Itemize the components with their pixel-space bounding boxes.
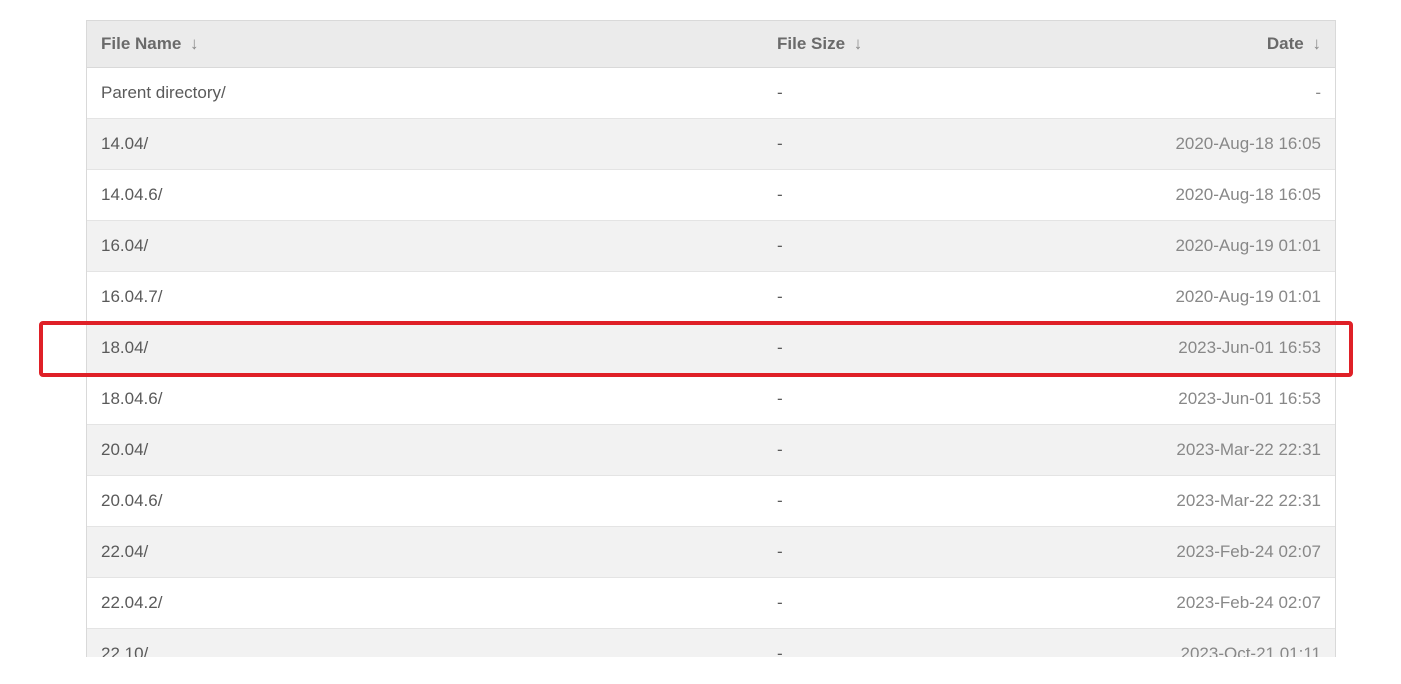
cell-file-name[interactable]: 20.04/ bbox=[87, 425, 763, 475]
cell-file-name[interactable]: 16.04/ bbox=[87, 221, 763, 271]
cell-file-size: - bbox=[763, 578, 983, 628]
table-row[interactable]: 20.04/-2023-Mar-22 22:31 bbox=[87, 425, 1335, 476]
file-listing-table: File Name ↓ File Size ↓ Date ↓ Parent di… bbox=[86, 20, 1336, 657]
cell-date: 2023-Feb-24 02:07 bbox=[983, 527, 1335, 577]
table-row[interactable]: 22.04/-2023-Feb-24 02:07 bbox=[87, 527, 1335, 578]
cell-date: 2023-Mar-22 22:31 bbox=[983, 425, 1335, 475]
cell-date: 2023-Feb-24 02:07 bbox=[983, 578, 1335, 628]
cell-file-size: - bbox=[763, 323, 983, 373]
cell-date: 2023-Oct-21 01:11 bbox=[983, 629, 1335, 657]
cell-file-size: - bbox=[763, 68, 983, 118]
table-row[interactable]: 22.04.2/-2023-Feb-24 02:07 bbox=[87, 578, 1335, 629]
cell-date: 2020-Aug-19 01:01 bbox=[983, 272, 1335, 322]
cell-file-name[interactable]: 22.04.2/ bbox=[87, 578, 763, 628]
sort-arrow-icon: ↓ bbox=[854, 34, 863, 53]
table-row[interactable]: 22.10/-2023-Oct-21 01:11 bbox=[87, 629, 1335, 657]
table-row[interactable]: 18.04.6/-2023-Jun-01 16:53 bbox=[87, 374, 1335, 425]
cell-file-name[interactable]: 18.04/ bbox=[87, 323, 763, 373]
table-header-row: File Name ↓ File Size ↓ Date ↓ bbox=[87, 21, 1335, 68]
cell-file-size: - bbox=[763, 221, 983, 271]
table-row[interactable]: 14.04/-2020-Aug-18 16:05 bbox=[87, 119, 1335, 170]
table-row[interactable]: 14.04.6/-2020-Aug-18 16:05 bbox=[87, 170, 1335, 221]
cell-date: 2020-Aug-19 01:01 bbox=[983, 221, 1335, 271]
cell-date: 2020-Aug-18 16:05 bbox=[983, 119, 1335, 169]
table-row[interactable]: 16.04.7/-2020-Aug-19 01:01 bbox=[87, 272, 1335, 323]
cell-file-size: - bbox=[763, 476, 983, 526]
cell-date: 2020-Aug-18 16:05 bbox=[983, 170, 1335, 220]
header-date-label: Date bbox=[1267, 34, 1304, 53]
table-row[interactable]: Parent directory/-- bbox=[87, 68, 1335, 119]
cell-file-name[interactable]: 18.04.6/ bbox=[87, 374, 763, 424]
cell-file-name[interactable]: 20.04.6/ bbox=[87, 476, 763, 526]
cell-file-size: - bbox=[763, 629, 983, 657]
sort-arrow-icon: ↓ bbox=[1313, 34, 1322, 53]
header-date[interactable]: Date ↓ bbox=[983, 21, 1335, 67]
cell-file-size: - bbox=[763, 119, 983, 169]
cell-file-size: - bbox=[763, 527, 983, 577]
sort-arrow-icon: ↓ bbox=[190, 34, 199, 53]
table-body: Parent directory/--14.04/-2020-Aug-18 16… bbox=[87, 68, 1335, 657]
header-file-name[interactable]: File Name ↓ bbox=[87, 21, 763, 67]
cell-date: - bbox=[983, 68, 1335, 118]
header-file-size[interactable]: File Size ↓ bbox=[763, 21, 983, 67]
cell-file-name[interactable]: Parent directory/ bbox=[87, 68, 763, 118]
header-name-label: File Name bbox=[101, 34, 181, 53]
cell-date: 2023-Jun-01 16:53 bbox=[983, 323, 1335, 373]
table-row[interactable]: 16.04/-2020-Aug-19 01:01 bbox=[87, 221, 1335, 272]
cell-file-name[interactable]: 14.04/ bbox=[87, 119, 763, 169]
table-row[interactable]: 18.04/-2023-Jun-01 16:53 bbox=[87, 323, 1335, 374]
cell-file-size: - bbox=[763, 425, 983, 475]
cell-file-size: - bbox=[763, 272, 983, 322]
cell-file-name[interactable]: 22.10/ bbox=[87, 629, 763, 657]
cell-file-name[interactable]: 14.04.6/ bbox=[87, 170, 763, 220]
cell-file-name[interactable]: 16.04.7/ bbox=[87, 272, 763, 322]
cell-file-size: - bbox=[763, 170, 983, 220]
cell-date: 2023-Jun-01 16:53 bbox=[983, 374, 1335, 424]
cell-file-name[interactable]: 22.04/ bbox=[87, 527, 763, 577]
cell-file-size: - bbox=[763, 374, 983, 424]
header-size-label: File Size bbox=[777, 34, 845, 53]
cell-date: 2023-Mar-22 22:31 bbox=[983, 476, 1335, 526]
table-row[interactable]: 20.04.6/-2023-Mar-22 22:31 bbox=[87, 476, 1335, 527]
